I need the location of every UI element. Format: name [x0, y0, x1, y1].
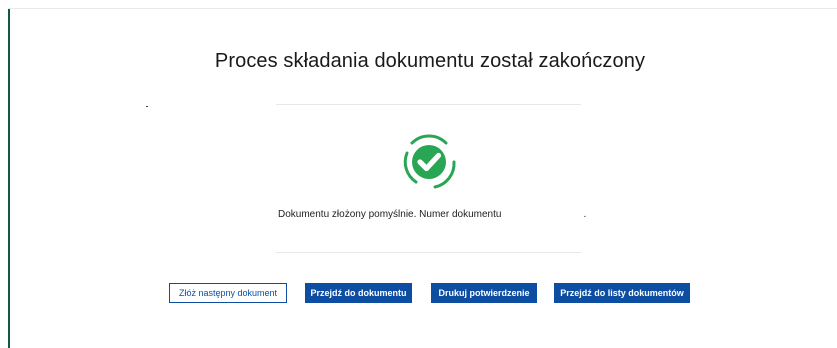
go-to-document-list-button[interactable]: Przejdź do listy dokumentów — [554, 283, 690, 303]
go-to-document-button[interactable]: Przejdź do dokumentu — [305, 283, 412, 303]
success-message: Dokumentu złożony pomyślnie. Numer dokum… — [278, 208, 598, 224]
redacted-document-number — [501, 208, 584, 218]
success-message-suffix: . — [583, 209, 587, 220]
success-message-text: Dokumentu złożony pomyślnie. Numer dokum… — [278, 209, 502, 220]
page-title: Proces składania dokumentu został zakońc… — [214, 50, 646, 72]
print-confirmation-button[interactable]: Drukuj potwierdzenie — [431, 283, 537, 303]
top-divider — [276, 104, 581, 105]
success-check-icon — [398, 133, 460, 191]
top-border — [8, 8, 837, 9]
action-bar: Złóż następny dokument Przejdź do dokume… — [169, 283, 690, 303]
decorative-dot — [146, 106, 148, 107]
submit-next-document-button[interactable]: Złóż następny dokument — [169, 283, 287, 303]
bottom-divider — [276, 252, 581, 253]
submission-complete-view: Proces składania dokumentu został zakońc… — [0, 0, 837, 348]
